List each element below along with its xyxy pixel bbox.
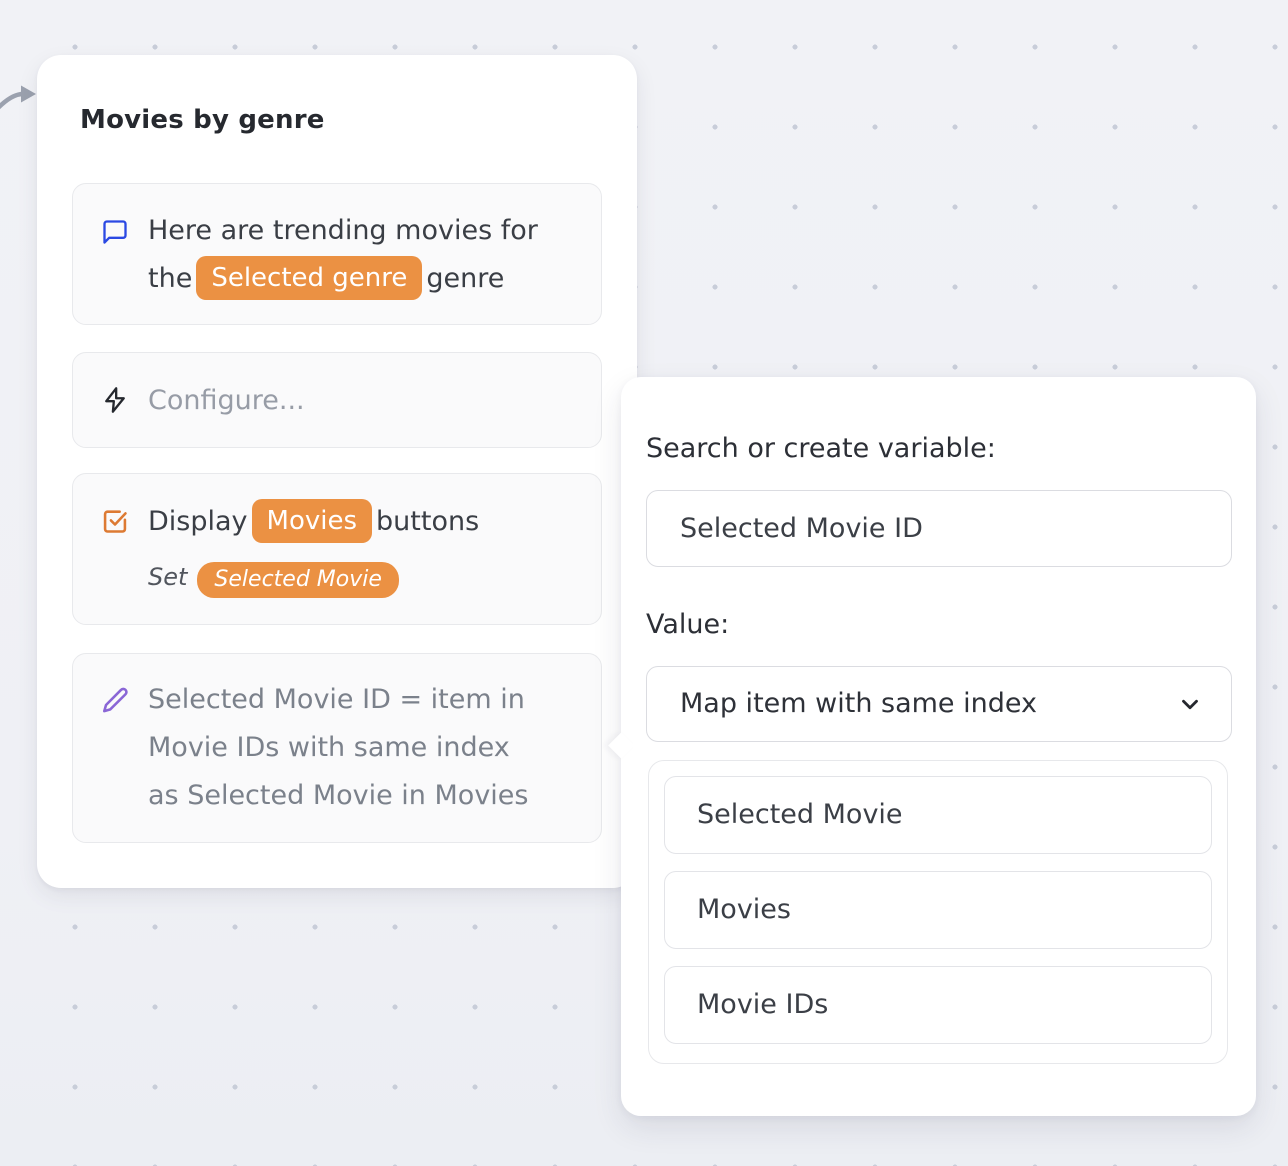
display-block-text: DisplayMoviesbuttons Set Selected Movie bbox=[148, 498, 585, 599]
variable-chip-selected-genre[interactable]: Selected genre bbox=[196, 256, 422, 300]
node-card-movies-by-genre[interactable]: Movies by genre Here are trending movies… bbox=[37, 55, 637, 888]
variable-options-list: Selected Movie Movies Movie IDs bbox=[648, 760, 1228, 1064]
variable-option-movie-ids[interactable]: Movie IDs bbox=[664, 966, 1212, 1044]
variable-chip-selected-movie[interactable]: Selected Movie bbox=[197, 562, 398, 598]
node-title: Movies by genre bbox=[80, 105, 325, 135]
configure-placeholder: Configure... bbox=[148, 377, 585, 425]
assign-text-line2: Movie IDs with same index bbox=[148, 724, 585, 772]
block-send-message[interactable]: Here are trending movies for theSelected… bbox=[72, 183, 602, 325]
message-text-line1: Here are trending movies for bbox=[148, 215, 538, 246]
assign-text-line3: as Selected Movie in Movies bbox=[148, 772, 585, 820]
variable-popover: Search or create variable: Value: Map it… bbox=[621, 377, 1256, 1116]
checkbox-checked-icon bbox=[101, 507, 129, 535]
variable-search-input[interactable] bbox=[646, 490, 1232, 567]
assign-text-line1: Selected Movie ID = item in bbox=[148, 676, 585, 724]
display-text-post: buttons bbox=[376, 506, 479, 537]
flow-canvas: Movies by genre Here are trending movies… bbox=[0, 0, 1288, 1166]
zap-icon bbox=[101, 386, 129, 414]
set-label: Set bbox=[148, 563, 187, 591]
message-text-line2-pre: the bbox=[148, 263, 192, 294]
configure-block-text: Configure... bbox=[148, 377, 585, 425]
chevron-down-icon bbox=[1177, 691, 1203, 721]
variable-option-movies[interactable]: Movies bbox=[664, 871, 1212, 949]
assign-block-text: Selected Movie ID = item in Movie IDs wi… bbox=[148, 676, 585, 820]
pencil-icon bbox=[101, 686, 129, 714]
block-set-variable[interactable]: Selected Movie ID = item in Movie IDs wi… bbox=[72, 653, 602, 843]
message-block-text: Here are trending movies for theSelected… bbox=[148, 207, 585, 303]
search-or-create-label: Search or create variable: bbox=[646, 433, 996, 465]
display-text-pre: Display bbox=[148, 506, 248, 537]
mapping-mode-dropdown[interactable]: Map item with same index bbox=[646, 666, 1232, 742]
message-text-line2-post: genre bbox=[426, 263, 504, 294]
variable-chip-movies[interactable]: Movies bbox=[252, 499, 373, 543]
incoming-edge-arrow bbox=[0, 80, 40, 120]
variable-option-selected-movie[interactable]: Selected Movie bbox=[664, 776, 1212, 854]
value-label: Value: bbox=[646, 609, 729, 641]
block-display-buttons[interactable]: DisplayMoviesbuttons Set Selected Movie bbox=[72, 473, 602, 625]
mapping-mode-selected: Map item with same index bbox=[680, 667, 1037, 740]
block-configure[interactable]: Configure... bbox=[72, 352, 602, 448]
message-square-icon bbox=[101, 218, 129, 246]
